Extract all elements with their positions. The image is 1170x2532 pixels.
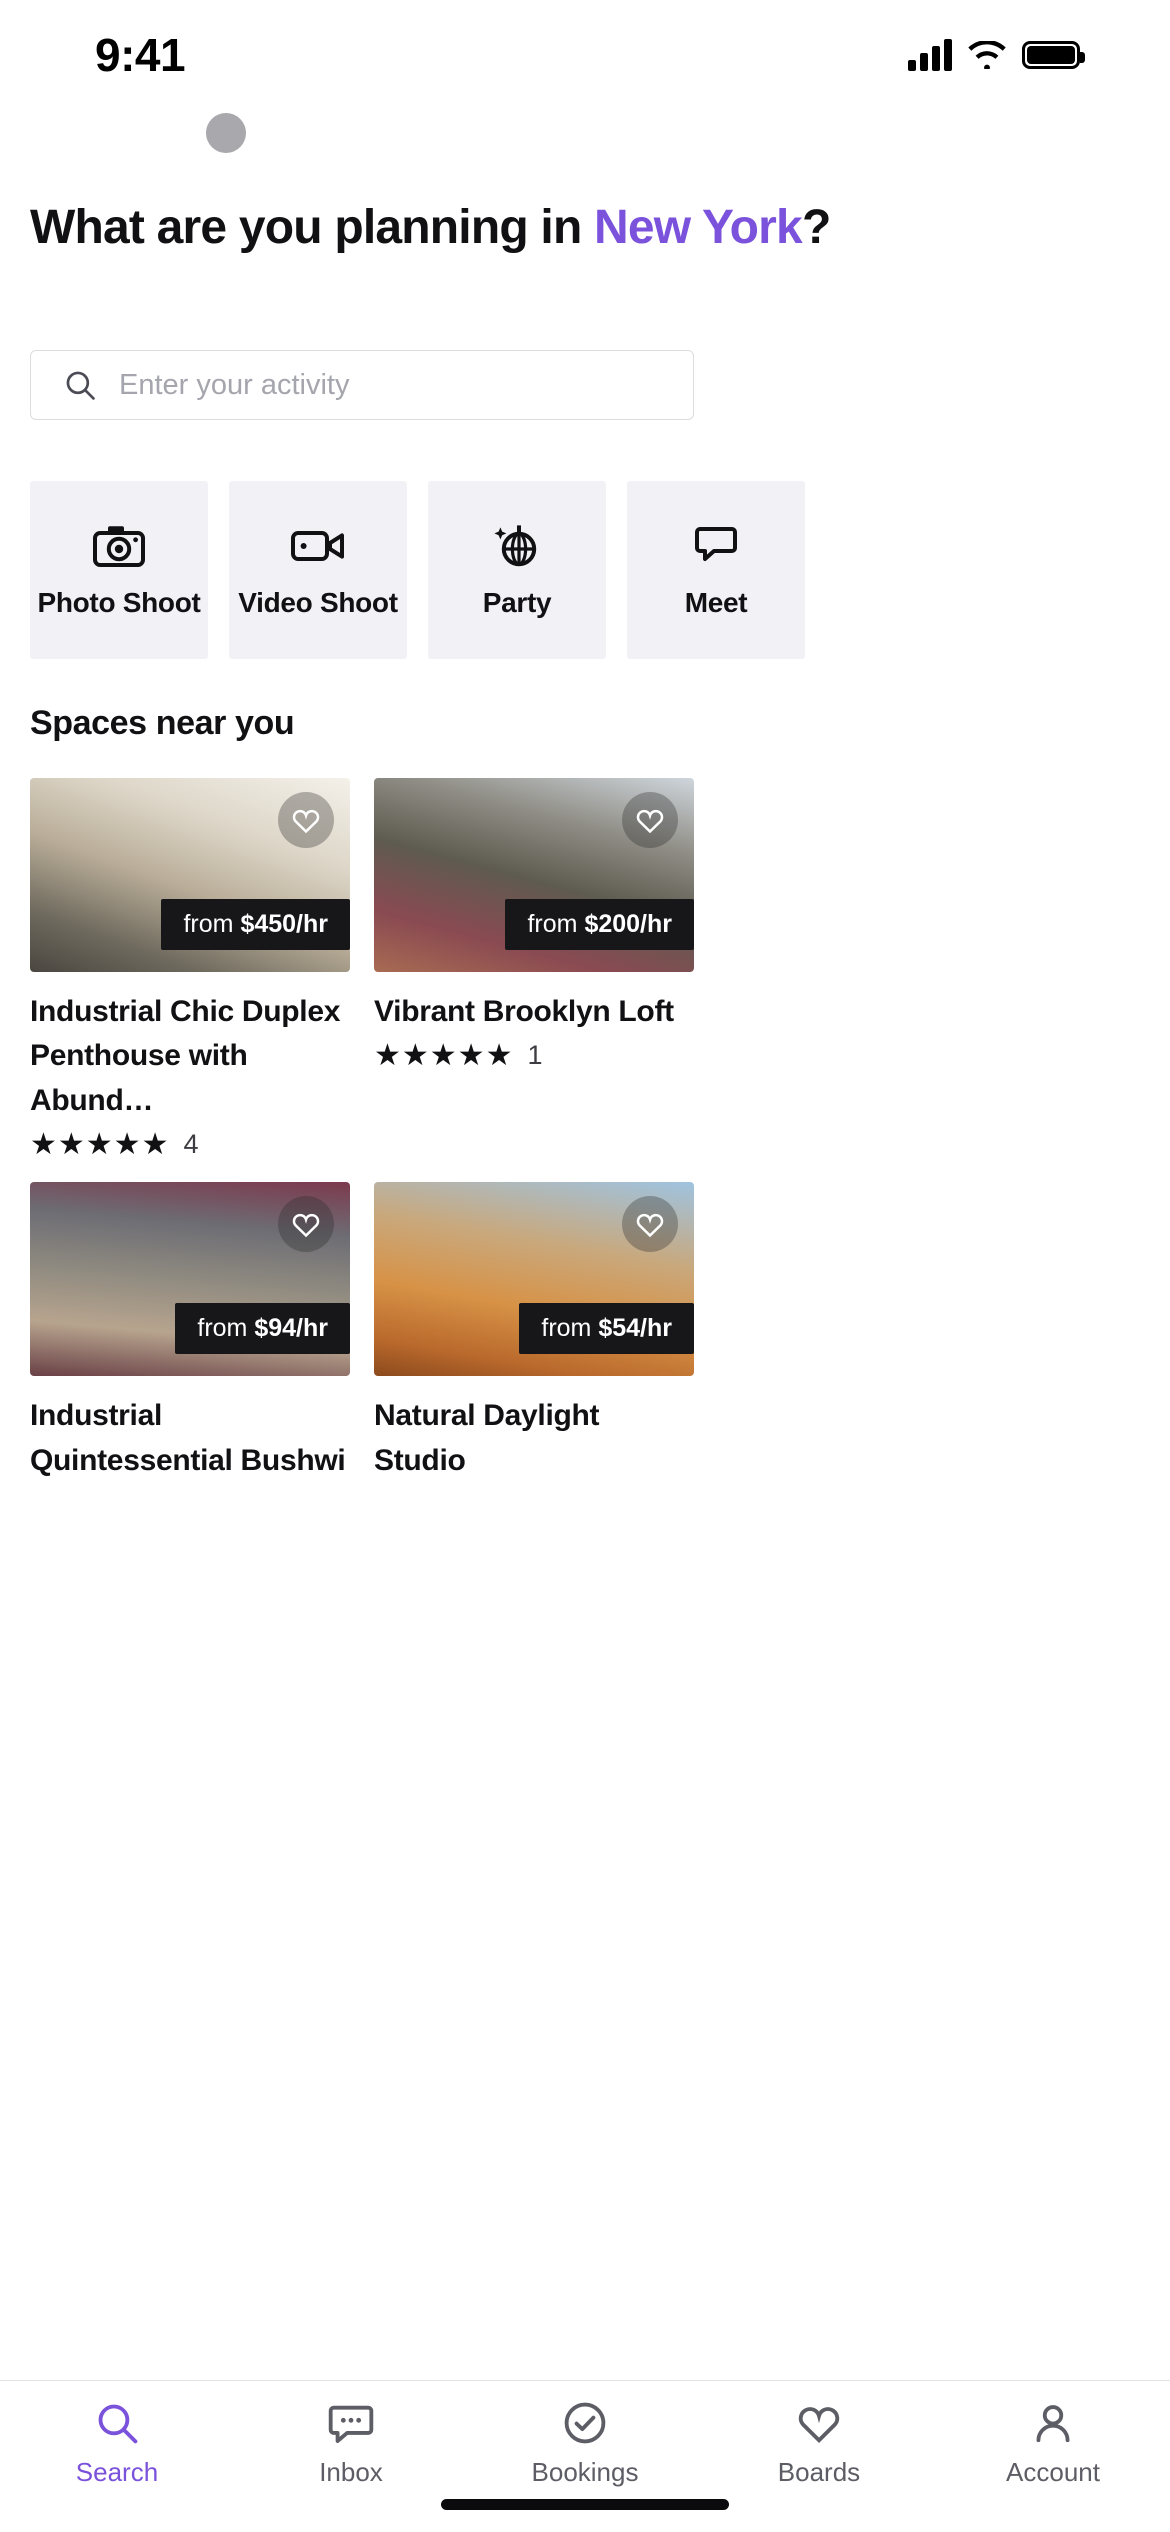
listing-title: Industrial Chic Duplex Penthouse with Ab… — [30, 995, 341, 1117]
check-circle-icon — [562, 2399, 608, 2447]
listing-photo[interactable]: from $54/hr — [374, 1182, 694, 1377]
listing-card[interactable]: from $94/hr Industrial Quintessential Bu… — [30, 1182, 350, 1483]
video-camera-icon — [291, 521, 345, 569]
heart-icon — [796, 2399, 842, 2447]
tab-inbox[interactable]: Inbox — [234, 2399, 468, 2488]
review-count: 4 — [183, 1129, 199, 1160]
tab-bookings[interactable]: Bookings — [468, 2399, 702, 2488]
favorite-button[interactable] — [622, 792, 678, 848]
listing-photo[interactable]: from $450/hr — [30, 778, 350, 972]
category-chip-label: Meet — [684, 587, 748, 618]
listing-grid: from $450/hr Industrial Chic Duplex Pent… — [30, 778, 1140, 1483]
price-badge: from $200/hr — [505, 899, 694, 950]
search-icon — [94, 2399, 140, 2447]
tab-label: Boards — [777, 2457, 861, 2487]
tab-account[interactable]: Account — [936, 2399, 1170, 2488]
category-chip-video-shoot[interactable]: Video Shoot — [229, 481, 407, 659]
listing-title: Natural Daylight Studio — [374, 1399, 600, 1477]
price-prefix: from — [527, 910, 578, 938]
heart-icon — [636, 809, 664, 834]
search-bar[interactable]: Enter your activity — [30, 350, 694, 420]
listing-card[interactable]: from $54/hr Natural Daylight Studio — [374, 1182, 694, 1483]
search-input[interactable]: Enter your activity — [119, 369, 349, 402]
person-icon — [1030, 2399, 1076, 2447]
price-badge: from $450/hr — [161, 899, 350, 950]
app-screen: 9:41 What are you planning in New York? … — [0, 0, 1170, 2532]
tab-label: Bookings — [531, 2457, 639, 2487]
battery-icon — [1022, 41, 1085, 69]
category-chip-label: Video Shoot — [238, 587, 398, 618]
category-chip-row[interactable]: Photo Shoot Video Shoot Party Meet — [30, 481, 1170, 659]
search-icon — [66, 371, 95, 400]
meeting-icon — [692, 521, 740, 569]
category-chip-label: Party — [482, 587, 552, 618]
chat-icon — [328, 2399, 374, 2447]
tab-label: Inbox — [319, 2457, 383, 2487]
heart-icon — [292, 1214, 320, 1238]
listing-card[interactable]: from $450/hr Industrial Chic Duplex Pent… — [30, 778, 350, 1160]
price-value: $94/hr — [254, 1314, 328, 1343]
wifi-icon — [968, 41, 1006, 69]
listing-photo[interactable]: from $94/hr — [30, 1182, 350, 1377]
price-badge: from $94/hr — [175, 1303, 350, 1355]
review-count: 1 — [527, 1040, 543, 1071]
listing-title: Industrial Quintessential Bushwi — [30, 1399, 346, 1477]
price-prefix: from — [183, 910, 234, 938]
home-indicator — [441, 2499, 729, 2510]
star-rating: ★★★★★ — [374, 1038, 514, 1072]
category-chip-label: Photo Shoot — [37, 587, 201, 618]
cellular-signal-icon — [908, 39, 952, 71]
tab-label: Search — [75, 2457, 159, 2487]
price-value: $450/hr — [240, 910, 328, 938]
favorite-button[interactable] — [278, 792, 334, 848]
status-indicators — [908, 39, 1085, 71]
page-title-line1: What are you planning in — [30, 201, 582, 254]
listing-rating: ★★★★★ 1 — [374, 1040, 694, 1071]
listing-photo[interactable]: from $200/hr — [374, 778, 694, 972]
disco-ball-icon — [492, 521, 542, 569]
camera-icon — [93, 521, 145, 569]
page-title-suffix: ? — [801, 201, 831, 254]
heart-icon — [636, 1214, 664, 1238]
page-title: What are you planning in New York? — [30, 200, 1140, 256]
price-value: $54/hr — [598, 1314, 672, 1343]
price-value: $200/hr — [584, 910, 672, 938]
favorite-button[interactable] — [278, 1196, 334, 1253]
user-avatar[interactable] — [206, 113, 246, 153]
price-prefix: from — [197, 1314, 248, 1343]
favorite-button[interactable] — [622, 1196, 678, 1253]
page-title-city: New York — [594, 201, 803, 254]
avatar-row — [0, 113, 1170, 153]
section-title: Spaces near you — [30, 704, 295, 742]
listing-card[interactable]: from $200/hr Vibrant Brooklyn Loft ★★★★★… — [374, 778, 694, 1160]
tab-boards[interactable]: Boards — [702, 2399, 936, 2488]
heart-icon — [292, 809, 320, 834]
star-rating: ★★★★★ — [30, 1127, 170, 1161]
price-prefix: from — [541, 1314, 592, 1343]
status-bar: 9:41 — [0, 0, 1170, 110]
status-time: 9:41 — [95, 29, 186, 81]
category-chip-meet[interactable]: Meet — [627, 481, 805, 659]
category-chip-party[interactable]: Party — [428, 481, 606, 659]
listing-title: Vibrant Brooklyn Loft — [374, 995, 674, 1028]
category-chip-photo-shoot[interactable]: Photo Shoot — [30, 481, 208, 659]
tab-label: Account — [1006, 2457, 1100, 2487]
price-badge: from $54/hr — [519, 1303, 694, 1355]
listing-rating: ★★★★★ 4 — [30, 1129, 350, 1160]
tab-search[interactable]: Search — [0, 2399, 234, 2488]
